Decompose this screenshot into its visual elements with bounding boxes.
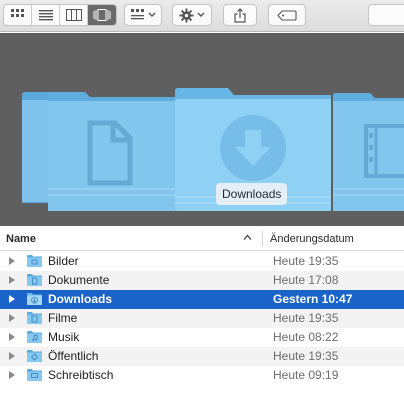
file-date: Heute 08:22 [273,330,339,344]
coverflow-stage [22,88,404,211]
table-row[interactable]: Musik Heute 08:22 [0,328,404,347]
table-row[interactable]: Dokumente Heute 17:08 [0,271,404,290]
column-view-button[interactable] [60,5,88,25]
icon-view-button[interactable] [4,5,32,25]
list-view-button[interactable] [32,5,60,25]
finder-window: Downloads Name Änderungsdatum Bilder Heu… [0,0,404,403]
disclosure-triangle-icon[interactable] [9,257,15,265]
file-name: Filme [48,311,78,325]
public-folder-icon [27,350,42,362]
coverflow-icon [93,9,111,21]
file-name: Downloads [48,292,113,306]
file-date: Heute 19:35 [273,311,339,325]
file-date: Heute 17:08 [273,273,339,287]
table-row[interactable]: Bilder Heute 19:35 [0,252,404,271]
movies-folder-icon [27,312,42,324]
column-header-date[interactable]: Änderungsdatum [270,233,354,245]
columns-icon [65,9,82,21]
action-button[interactable] [172,4,212,26]
arrange-button[interactable] [124,4,162,26]
chevron-down-icon [197,12,205,17]
downloads-folder-icon [27,293,42,305]
disclosure-triangle-icon[interactable] [9,352,15,360]
file-date: Heute 09:19 [273,368,339,382]
gear-icon [179,7,194,23]
toolbar [0,0,404,32]
disclosure-triangle-icon[interactable] [9,276,15,284]
tag-button[interactable] [268,4,306,26]
file-list: Bilder Heute 19:35 Dokumente Heute 17:08… [0,252,404,385]
disclosure-triangle-icon[interactable] [9,371,15,379]
coverflow-area: Downloads [0,33,404,226]
grid-icon [10,9,24,17]
arrange-icon [130,9,144,20]
disclosure-triangle-icon[interactable] [9,295,15,303]
music-folder-icon [27,331,42,343]
sort-ascending-icon[interactable] [243,233,252,242]
file-name: Bilder [48,254,79,268]
folder-cover-left[interactable] [48,92,175,211]
file-name: Dokumente [48,273,110,287]
desktop-folder-icon [27,369,42,381]
list-icon [38,10,53,21]
column-header-name[interactable]: Name [6,233,36,245]
download-arrow-icon [220,115,286,181]
file-name: Öffentlich [48,349,99,363]
share-button[interactable] [223,4,257,26]
coverflow-caption: Downloads [216,183,288,205]
file-date: Heute 19:35 [273,349,339,363]
coverflow-view-button[interactable] [88,5,116,25]
share-icon [234,7,246,23]
table-row[interactable]: Schreibtisch Heute 09:19 [0,366,404,385]
folder-cover-right[interactable] [333,93,404,211]
disclosure-triangle-icon[interactable] [9,333,15,341]
table-row[interactable]: Downloads Gestern 10:47 [0,290,404,309]
table-row[interactable]: Filme Heute 19:35 [0,309,404,328]
file-date: Heute 19:35 [273,254,339,268]
file-name: Schreibtisch [48,368,114,382]
search-field[interactable] [368,4,404,26]
file-date: Gestern 10:47 [273,292,353,306]
disclosure-triangle-icon[interactable] [9,314,15,322]
list-header: Name Änderungsdatum [0,227,404,251]
tag-icon [277,9,297,21]
documents-folder-icon [27,274,42,286]
column-divider[interactable] [262,231,263,247]
file-name: Musik [48,330,80,344]
table-row[interactable]: Öffentlich Heute 19:35 [0,347,404,366]
chevron-down-icon [148,12,155,17]
pictures-folder-icon [27,255,42,267]
view-switcher [3,4,117,26]
